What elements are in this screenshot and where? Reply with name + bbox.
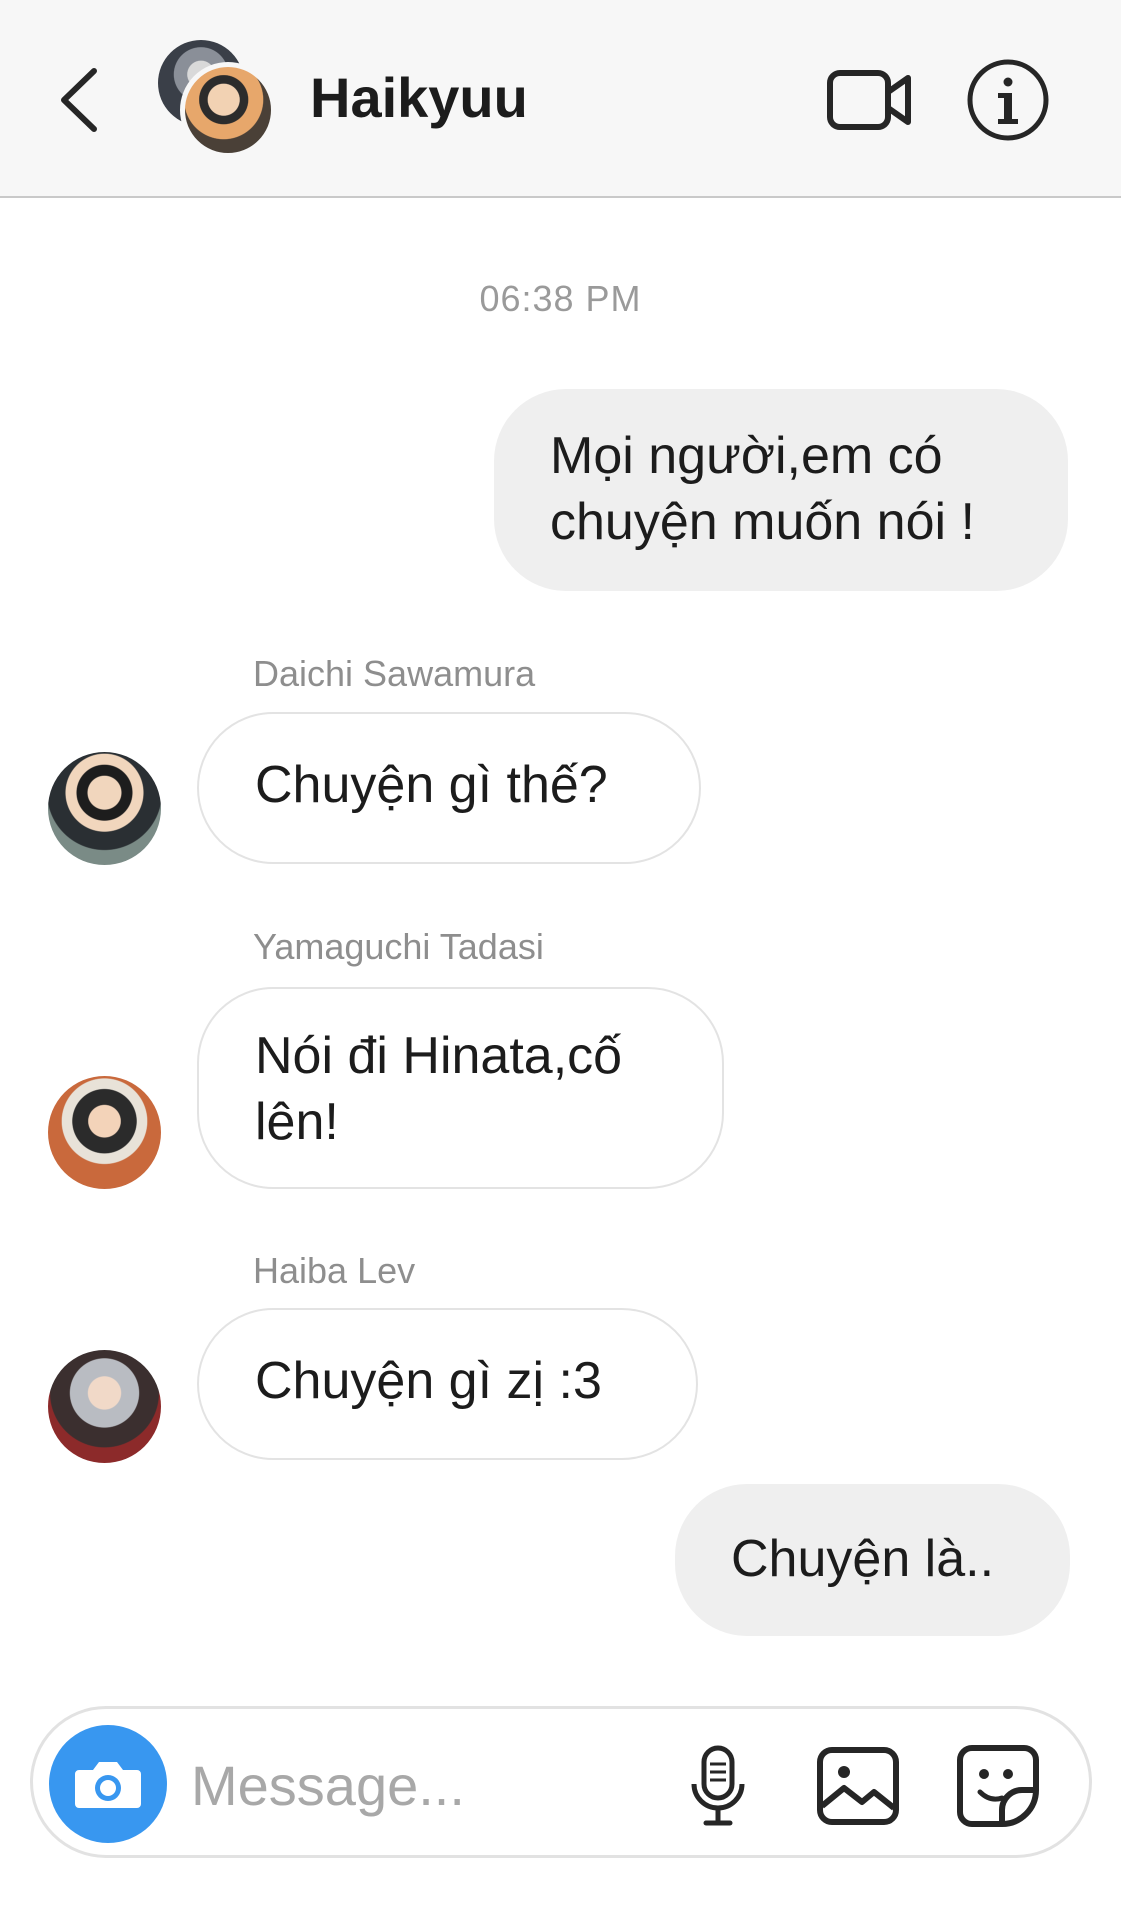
message-text-line: lên!: [255, 1093, 339, 1151]
outgoing-message[interactable]: Mọi người,em có chuyện muốn nói !: [494, 389, 1068, 591]
message-text: Chuyện gì zị :3: [255, 1352, 602, 1410]
message-text: Chuyện gì thế?: [255, 756, 608, 814]
back-button[interactable]: [48, 62, 108, 138]
message-timestamp: 06:38 PM: [479, 278, 642, 319]
info-button[interactable]: [964, 56, 1052, 144]
info-icon: [967, 59, 1049, 141]
sticker-icon: [957, 1745, 1039, 1827]
chat-header: Haikyuu: [0, 0, 1121, 198]
gallery-button[interactable]: [813, 1743, 903, 1829]
message-text: Chuyện là..: [731, 1530, 995, 1588]
chat-title[interactable]: Haikyuu: [310, 62, 528, 134]
image-icon: [817, 1747, 899, 1825]
microphone-icon: [691, 1745, 745, 1826]
sender-name: Daichi Sawamura: [253, 653, 536, 694]
video-call-button[interactable]: [820, 62, 920, 138]
sender-name: Yamaguchi Tadasi: [253, 926, 544, 967]
incoming-message[interactable]: Chuyện gì zị :3: [197, 1308, 698, 1460]
sticker-button[interactable]: [953, 1743, 1043, 1829]
incoming-message[interactable]: Chuyện gì thế?: [197, 712, 701, 864]
message-text-line: chuyện muốn nói !: [550, 493, 975, 551]
sender-name: Haiba Lev: [253, 1250, 416, 1291]
message-text-line: Mọi người,em có: [550, 427, 943, 485]
incoming-message[interactable]: Nói đi Hinata,cố lên!: [197, 987, 724, 1189]
chevron-left-icon: [61, 68, 97, 132]
camera-icon: [75, 1762, 141, 1808]
camera-button[interactable]: [49, 1725, 167, 1843]
avatar[interactable]: [48, 1076, 161, 1189]
video-camera-icon: [827, 70, 911, 130]
avatar[interactable]: [48, 1350, 161, 1463]
message-text-line: Nói đi Hinata,cố: [255, 1027, 623, 1085]
voice-button[interactable]: [673, 1743, 763, 1829]
message-input[interactable]: [191, 1745, 671, 1825]
avatar[interactable]: [48, 752, 161, 865]
group-avatar[interactable]: [158, 40, 278, 158]
outgoing-message[interactable]: Chuyện là..: [675, 1484, 1070, 1636]
group-avatar-front: [180, 62, 276, 158]
message-composer: [30, 1706, 1092, 1858]
